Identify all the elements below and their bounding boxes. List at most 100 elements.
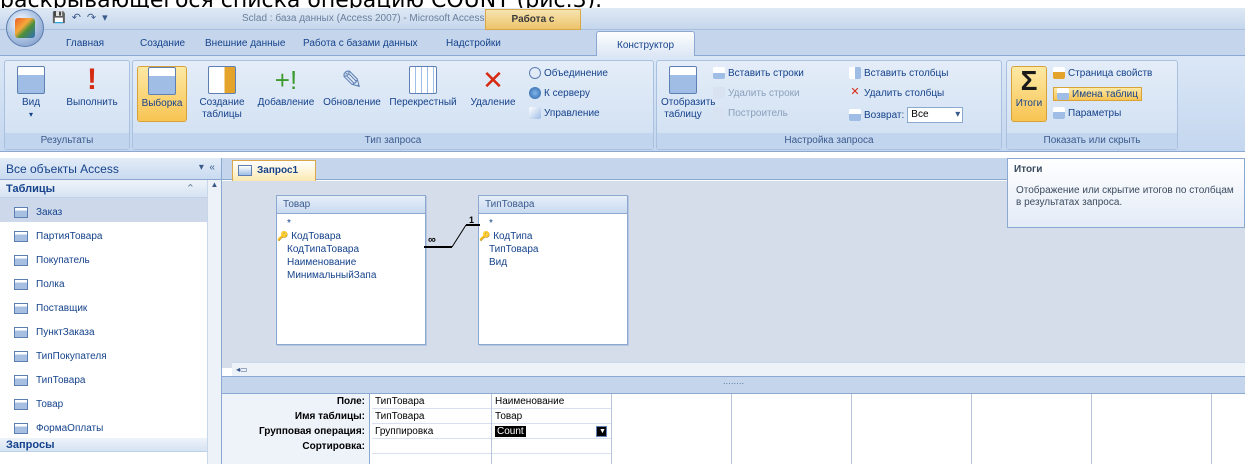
nav-item-table[interactable]: Товар (0, 390, 221, 414)
tab-create[interactable]: Создание (140, 38, 185, 49)
nav-item-table[interactable]: ПартияТовара (0, 222, 221, 246)
tab-home[interactable]: Главная (66, 38, 104, 49)
grid-cell-sort[interactable] (372, 439, 491, 454)
table-box-product[interactable]: Товар * КодТовара КодТипаТовара Наименов… (276, 195, 426, 345)
totals-button[interactable]: Σ Итоги (1011, 66, 1047, 122)
redo-icon[interactable]: ↷ (87, 11, 96, 24)
make-table-button[interactable]: Создание таблицы (191, 66, 253, 121)
tab-design[interactable]: Конструктор (596, 31, 696, 57)
selected-operation-text: Count (495, 426, 526, 437)
table-names-label: Имена таблиц (1072, 88, 1138, 100)
view-button[interactable]: Вид ▾ (11, 66, 51, 121)
update-label: Обновление (323, 97, 381, 108)
show-table-button[interactable]: Отобразить таблицу (661, 66, 716, 121)
nav-scrollbar[interactable]: ▲ (207, 180, 221, 464)
grid-column-empty[interactable] (612, 394, 732, 464)
nav-item-label: ПартияТовара (36, 231, 103, 242)
grid-column-empty[interactable] (1092, 394, 1212, 464)
append-plus-icon: +! (274, 65, 298, 95)
group-results-label: Результаты (5, 133, 129, 149)
save-icon[interactable]: 💾 (52, 11, 66, 24)
pass-through-button[interactable]: К серверу (529, 87, 590, 99)
crosstab-button[interactable]: Перекрестный (387, 66, 459, 109)
property-sheet-button[interactable]: Страница свойств (1053, 67, 1152, 79)
nav-item-table[interactable]: ФормаОплаты (0, 414, 221, 438)
grid-column: ТипТовара ТипТовара Группировка (372, 394, 492, 464)
nav-item-table[interactable]: Поставщик (0, 294, 221, 318)
nav-item-table[interactable]: Заказ (0, 198, 221, 222)
undo-icon[interactable]: ↶ (72, 11, 81, 24)
group-query-setup: Отобразить таблицу Вставить строки Удали… (656, 60, 1002, 150)
grid-column-empty[interactable] (732, 394, 852, 464)
relationship-line[interactable]: ∞ 1 (422, 215, 482, 255)
table-box-title[interactable]: Товар (277, 196, 425, 214)
nav-pane-collapse-icon[interactable]: ▾ « (199, 162, 215, 173)
table-box-title[interactable]: ТипТовара (479, 196, 627, 214)
field-key[interactable]: КодТипа (479, 230, 627, 243)
grid-column: Наименование Товар Count ▼ (492, 394, 612, 464)
nav-item-table[interactable]: Покупатель (0, 246, 221, 270)
table-icon (14, 423, 28, 434)
nav-item-table[interactable]: Полка (0, 270, 221, 294)
builder-button[interactable]: Построитель (713, 107, 788, 119)
scroll-left-icon[interactable]: ◂▭ (232, 365, 248, 374)
update-button[interactable]: ✎ Обновление (321, 66, 383, 109)
office-button[interactable] (6, 9, 44, 47)
nav-section-queries[interactable]: Запросы (0, 438, 221, 452)
field-item[interactable]: ТипТовара (479, 243, 627, 256)
group-show-hide-label: Показать или скрыть (1007, 133, 1177, 149)
view-dropdown-icon: ▾ (28, 110, 33, 119)
insert-columns-button[interactable]: Вставить столбцы (849, 67, 948, 79)
tab-database-tools[interactable]: Работа с базами данных (303, 38, 418, 49)
nav-pane-header[interactable]: Все объекты Access ▾ « (0, 158, 221, 180)
run-button[interactable]: ! Выполнить (59, 65, 125, 109)
grid-cell-table[interactable]: Товар (492, 409, 611, 424)
grid-cell-field[interactable]: Наименование (492, 394, 611, 409)
union-button[interactable]: Объединение (529, 67, 608, 79)
design-hscrollbar[interactable]: ◂▭ (232, 362, 1245, 376)
field-item[interactable]: МинимальныйЗапа (277, 269, 425, 282)
field-item[interactable]: Вид (479, 256, 627, 269)
insert-rows-button[interactable]: Вставить строки (713, 67, 804, 79)
dropdown-arrow-icon[interactable]: ▼ (596, 426, 607, 437)
field-all[interactable]: * (277, 217, 425, 230)
grid-cell-table[interactable]: ТипТовара (372, 409, 491, 424)
parameters-label: Параметры (1068, 107, 1122, 119)
tab-add-ins[interactable]: Надстройки (446, 38, 501, 49)
qat-dropdown-icon[interactable]: ▾ (102, 11, 108, 24)
table-box-product-type[interactable]: ТипТовара * КодТипа ТипТовара Вид (478, 195, 628, 345)
return-select[interactable]: Все (907, 107, 964, 123)
scroll-up-icon[interactable]: ▲ (208, 180, 221, 194)
chevron-up-icon[interactable]: ⌃ (186, 182, 195, 195)
group-query-setup-label: Настройка запроса (657, 133, 1001, 149)
delete-query-button[interactable]: ✕ Удаление (463, 66, 523, 109)
grid-cell-total[interactable]: Группировка (372, 424, 491, 439)
tab-external-data[interactable]: Внешние данные (205, 38, 285, 49)
grid-cell-total[interactable]: Count ▼ (492, 424, 611, 439)
field-item[interactable]: Наименование (277, 256, 425, 269)
append-button[interactable]: +! Добавление (255, 66, 317, 109)
nav-item-table[interactable]: ПунктЗаказа (0, 318, 221, 342)
nav-section-tables[interactable]: Таблицы ⌃ (0, 180, 221, 198)
grid-column-empty[interactable] (852, 394, 972, 464)
table-icon (14, 279, 28, 290)
pane-splitter[interactable]: ········ (222, 376, 1245, 394)
document-tab-query1[interactable]: Запрос1 (232, 160, 316, 181)
select-query-button[interactable]: Выборка (137, 66, 187, 122)
delete-columns-button[interactable]: ✕ Удалить столбцы (849, 87, 944, 99)
field-key[interactable]: КодТовара (277, 230, 425, 243)
builder-label: Построитель (728, 107, 788, 119)
field-item[interactable]: КодТипаТовара (277, 243, 425, 256)
delete-rows-button[interactable]: Удалить строки (713, 87, 800, 99)
table-names-button[interactable]: Имена таблиц (1053, 87, 1142, 101)
nav-item-table[interactable]: ТипПокупателя (0, 342, 221, 366)
grid-cell-field[interactable]: ТипТовара (372, 394, 491, 409)
grid-cell-sort[interactable] (492, 439, 611, 454)
field-all[interactable]: * (479, 217, 627, 230)
property-sheet-label: Страница свойств (1068, 67, 1153, 79)
quick-access-toolbar: 💾 ↶ ↷ ▾ (52, 11, 108, 24)
grid-column-empty[interactable] (972, 394, 1092, 464)
data-definition-button[interactable]: Управление (529, 107, 600, 119)
nav-item-table[interactable]: ТипТовара (0, 366, 221, 390)
parameters-button[interactable]: Параметры (1053, 107, 1121, 119)
